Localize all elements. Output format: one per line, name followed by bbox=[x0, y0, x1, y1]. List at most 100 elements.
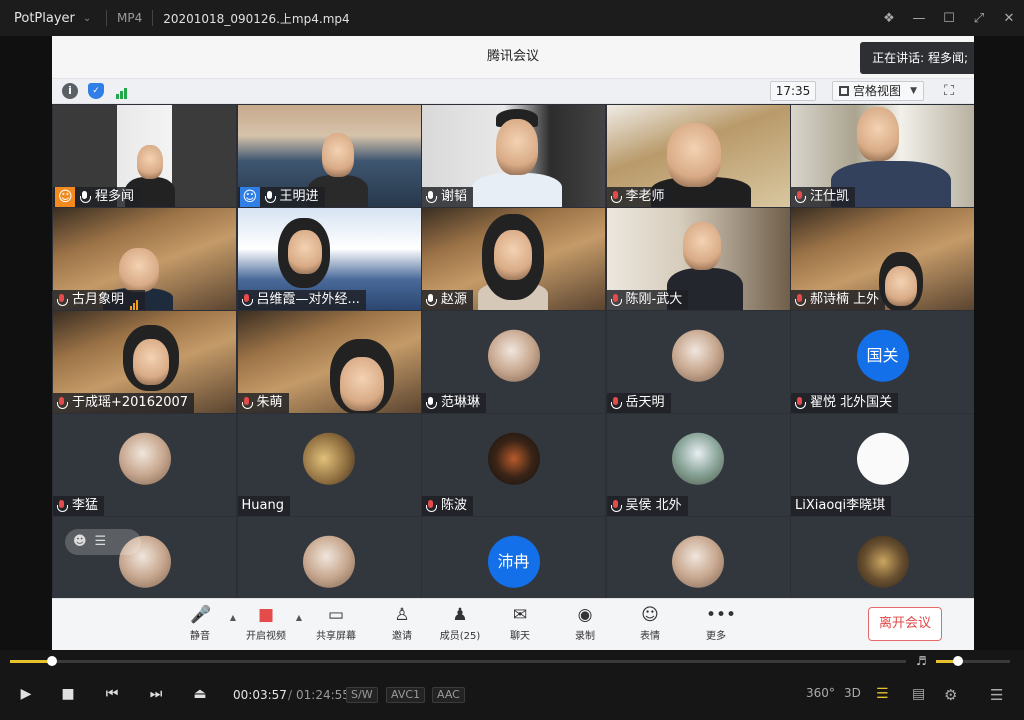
pin-icon[interactable]: ❖ bbox=[882, 11, 896, 26]
signal-icon[interactable] bbox=[114, 83, 130, 99]
sw-tag[interactable]: S/W bbox=[346, 687, 378, 703]
participant-face bbox=[119, 248, 159, 292]
mic-muted-icon bbox=[793, 293, 807, 307]
participant-name: 范琳琳 bbox=[441, 395, 481, 410]
members-button[interactable]: ♟ 成员(25) bbox=[430, 605, 490, 642]
grid-icon bbox=[839, 86, 849, 96]
participant-tile[interactable]: 范琳琳 bbox=[422, 311, 605, 413]
settings-gear-icon[interactable]: ⚙ bbox=[944, 686, 957, 704]
participant-tile[interactable]: 陈波 bbox=[422, 414, 605, 516]
participant-avatar bbox=[856, 432, 909, 485]
seek-handle[interactable] bbox=[47, 656, 58, 666]
participant-tile[interactable] bbox=[791, 517, 974, 598]
volume-handle[interactable] bbox=[953, 656, 964, 666]
participant-avatar bbox=[303, 432, 355, 485]
name-bar: 陈刚-武大 bbox=[606, 290, 689, 310]
mic-muted-icon bbox=[240, 396, 254, 410]
participant-tile[interactable]: Huang bbox=[237, 414, 421, 516]
invite-button[interactable]: ♙ 邀请 bbox=[372, 605, 432, 642]
participant-tile[interactable]: 沛冉 bbox=[422, 517, 605, 598]
start-video-button[interactable]: ■ 开启视频 ▲ bbox=[236, 605, 302, 642]
app-menu-button[interactable]: PotPlayer ⌄ bbox=[0, 11, 96, 26]
participant-avatar bbox=[118, 432, 171, 485]
mic-muted-icon bbox=[609, 293, 623, 307]
participant-tile[interactable]: 吴侯 北外 bbox=[606, 414, 790, 516]
subtitle-icon[interactable]: ▤ bbox=[912, 686, 925, 702]
view-mode-button[interactable]: 宫格视图 ▼ bbox=[832, 81, 924, 101]
participant-face bbox=[133, 339, 169, 385]
reaction-label: 表情 bbox=[640, 631, 660, 642]
mute-label: 静音 bbox=[190, 631, 210, 642]
volume-bar[interactable] bbox=[936, 656, 1010, 666]
participant-tile[interactable]: 吕维霞—对外经... bbox=[237, 208, 421, 310]
leave-meeting-button[interactable]: 离开会议 bbox=[868, 607, 942, 641]
menu-icon[interactable]: ☰ bbox=[990, 686, 1003, 704]
shield-icon[interactable]: ✓ bbox=[88, 83, 104, 99]
participant-tile[interactable]: 李老师 bbox=[606, 105, 790, 207]
participant-tile[interactable] bbox=[237, 517, 421, 598]
speaker-icon[interactable]: ♬ bbox=[916, 654, 927, 668]
reaction-button[interactable]: ☺ 表情 bbox=[620, 605, 680, 642]
maximize-icon[interactable]: ☐ bbox=[942, 11, 956, 26]
seek-bar[interactable] bbox=[10, 656, 906, 666]
participant-name: 赵源 bbox=[441, 292, 468, 307]
participant-tile[interactable]: 王明进 bbox=[237, 105, 421, 207]
participant-tile[interactable]: 程多闻 bbox=[53, 105, 236, 207]
participant-name: 陈波 bbox=[441, 498, 468, 513]
participant-face bbox=[682, 222, 721, 270]
previous-icon[interactable]: ⏮ bbox=[102, 686, 122, 702]
playlist-search-icon[interactable]: ☰ bbox=[876, 686, 889, 702]
meeting-clock: 17:35 bbox=[770, 81, 816, 101]
participant-tile[interactable]: 赵源 bbox=[422, 208, 605, 310]
participant-tile[interactable]: 李猛 bbox=[53, 414, 236, 516]
divider bbox=[106, 10, 107, 26]
mute-button[interactable]: 🎤 静音 ▲ bbox=[170, 605, 236, 642]
participant-tile[interactable]: 朱萌 bbox=[237, 311, 421, 413]
fullscreen-icon[interactable]: ⤢ bbox=[972, 11, 986, 26]
fullscreen-icon[interactable]: ⛶ bbox=[941, 83, 957, 99]
participant-tile[interactable]: 古月象明 bbox=[53, 208, 236, 310]
participant-tile[interactable]: 陈刚-武大 bbox=[606, 208, 790, 310]
stop-icon[interactable]: ■ bbox=[58, 686, 78, 702]
participant-avatar bbox=[303, 535, 355, 588]
3d-button[interactable]: 3D bbox=[844, 686, 861, 700]
participant-video bbox=[472, 173, 562, 207]
participant-tile[interactable]: 于成瑶+20162007 bbox=[53, 311, 236, 413]
participant-tile[interactable]: LiXiaoqi李晓琪 bbox=[791, 414, 974, 516]
participant-tile[interactable]: 谢韬 bbox=[422, 105, 605, 207]
info-icon[interactable]: i bbox=[62, 83, 78, 99]
audio-codec-tag[interactable]: AAC bbox=[432, 687, 465, 703]
name-bar: 岳天明 bbox=[606, 393, 671, 413]
time-separator: / bbox=[288, 688, 293, 702]
caret-up-icon[interactable]: ▲ bbox=[296, 613, 302, 622]
play-icon[interactable]: ▶ bbox=[16, 686, 36, 702]
minimize-icon[interactable]: — bbox=[912, 11, 926, 26]
name-bar: 谢韬 bbox=[422, 187, 474, 207]
participant-tile[interactable]: 国关 翟悦 北外国关 bbox=[791, 311, 974, 413]
vr-360-button[interactable]: 360° bbox=[806, 686, 835, 700]
codec-tag[interactable]: AVC1 bbox=[386, 687, 426, 703]
participant-tile[interactable] bbox=[606, 517, 790, 598]
name-bar: 王明进 bbox=[237, 187, 325, 207]
participant-tile[interactable]: ☻☰ bbox=[53, 517, 236, 598]
next-icon[interactable]: ⏭ bbox=[146, 686, 166, 702]
mic-muted-icon bbox=[793, 190, 807, 204]
eject-icon[interactable]: ⏏ bbox=[190, 686, 210, 702]
participant-tile[interactable]: 岳天明 bbox=[606, 311, 790, 413]
participant-avatar bbox=[487, 432, 540, 485]
screen-share-icon: ▭ bbox=[327, 605, 345, 625]
record-label: 录制 bbox=[575, 631, 595, 642]
cohost-icon bbox=[239, 187, 260, 207]
participant-tile[interactable]: 汪仕凯 bbox=[791, 105, 974, 207]
participant-name: 古月象明 bbox=[72, 292, 125, 307]
mic-muted-icon bbox=[240, 293, 254, 307]
share-screen-button[interactable]: ▭ 共享屏幕 bbox=[306, 605, 366, 642]
more-button[interactable]: ••• 更多 bbox=[686, 605, 746, 642]
participant-tile[interactable]: 郝诗楠 上外 bbox=[791, 208, 974, 310]
mic-icon bbox=[78, 190, 92, 204]
close-icon[interactable]: ✕ bbox=[1002, 11, 1016, 26]
floating-tools[interactable]: ☻☰ bbox=[65, 529, 141, 555]
record-button[interactable]: ◉ 录制 bbox=[555, 605, 615, 642]
chat-button[interactable]: ✉ 聊天 bbox=[490, 605, 550, 642]
name-bar: 古月象明 bbox=[53, 290, 146, 310]
